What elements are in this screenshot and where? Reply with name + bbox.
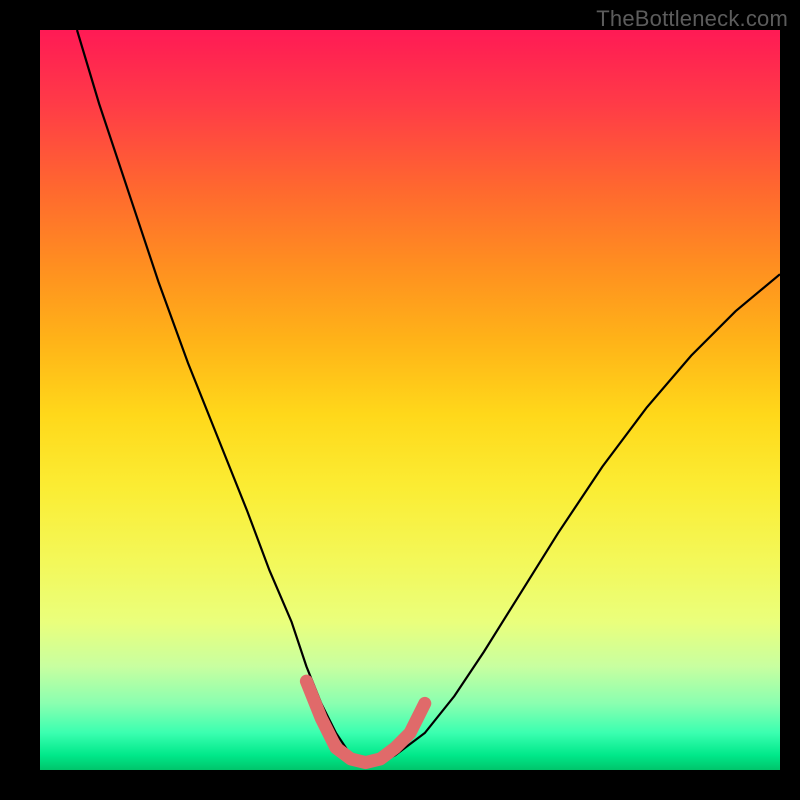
chart-frame: TheBottleneck.com: [0, 0, 800, 800]
plot-area: [40, 30, 780, 770]
minimum-highlight: [306, 681, 424, 762]
curve-svg: [40, 30, 780, 770]
watermark-text: TheBottleneck.com: [596, 6, 788, 32]
bottleneck-curve: [77, 30, 780, 763]
